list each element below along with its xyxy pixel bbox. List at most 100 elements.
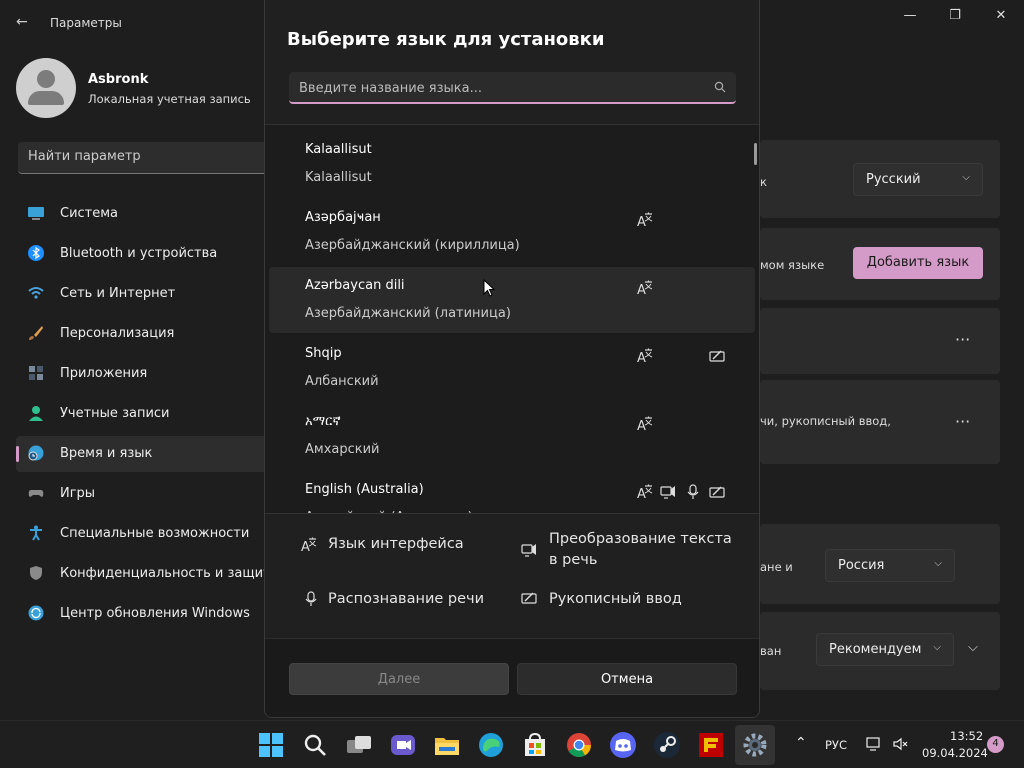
feature-legend: A Язык интерфейса Преобразование текста … <box>265 515 759 637</box>
sidebar-item[interactable]: Специальные возможности <box>16 516 276 552</box>
volume-muted-icon[interactable] <box>892 736 908 752</box>
chevron-down-icon: ⌵ <box>934 558 942 569</box>
settings-window: ← Параметры — ❐ ✕ Asbronk Локальная учет… <box>0 0 1024 720</box>
svg-text:A: A <box>637 351 646 364</box>
language-list-item[interactable]: Azərbaycan dili Азербайджанский (латиница… <box>269 267 755 333</box>
chrome-icon[interactable] <box>565 731 593 759</box>
language-list-item[interactable]: አማርኛ Амхарский A <box>269 403 755 469</box>
language-name: Амхарский <box>305 442 380 457</box>
more-options-icon[interactable]: ··· <box>955 412 970 431</box>
maximize-button[interactable]: ❐ <box>932 8 978 26</box>
sidebar-item[interactable]: Приложения <box>16 356 276 392</box>
sidebar-item-label: Приложения <box>60 366 148 381</box>
windows-display-language-select[interactable]: Русский ⌵ <box>853 163 983 196</box>
card-text: мом языке <box>760 258 825 272</box>
input-language[interactable]: РУС <box>825 738 847 752</box>
sidebar-item[interactable]: Персонализация <box>16 316 276 352</box>
sidebar-item[interactable]: Время и язык <box>16 436 276 472</box>
language-native-name: Azərbaycan dili <box>305 278 405 293</box>
close-button[interactable]: ✕ <box>978 8 1024 26</box>
handwriting-icon <box>521 590 537 606</box>
language-native-name: Kalaallisut <box>305 142 372 157</box>
legend-handwriting: Рукописный ввод <box>549 591 682 607</box>
search-icon[interactable] <box>301 731 329 759</box>
taskbar: ⌃ РУС 13:52 09.04.2024 4 <box>0 720 1024 768</box>
discord-icon[interactable] <box>609 731 637 759</box>
more-options-icon[interactable]: ··· <box>955 330 970 349</box>
meet-icon[interactable] <box>389 731 417 759</box>
country-select[interactable]: Россия ⌵ <box>825 549 955 582</box>
time-language-icon <box>28 445 44 461</box>
language-name: Kalaallisut <box>305 170 372 185</box>
language-native-name: Азәрбајҹан <box>305 210 381 225</box>
windows-start-icon[interactable] <box>257 731 285 759</box>
svg-text:A: A <box>301 540 310 553</box>
list-scrollbar[interactable] <box>754 143 757 165</box>
language-list-item[interactable]: Kalaallisut Kalaallisut <box>269 131 755 197</box>
card-text: ане и <box>760 560 793 574</box>
user-name: Asbronk <box>88 72 149 87</box>
back-arrow-icon[interactable]: ← <box>16 14 28 30</box>
settings-search-input[interactable]: Найти параметр <box>18 142 280 174</box>
sidebar-item-label: Игры <box>60 486 96 501</box>
language-list-item[interactable]: Азәрбајҹан Азербайджанский (кириллица) A <box>269 199 755 265</box>
sidebar-item[interactable]: Центр обновления Windows <box>16 596 276 632</box>
handwriting-icon <box>709 484 725 500</box>
cancel-button[interactable]: Отмена <box>517 663 737 695</box>
sidebar-item[interactable]: Игры <box>16 476 276 512</box>
edge-icon[interactable] <box>477 731 505 759</box>
language-native-name: አማርኛ <box>305 414 341 429</box>
task-view-icon[interactable] <box>345 731 373 759</box>
minimize-button[interactable]: — <box>887 8 933 26</box>
display-language-icon: A <box>637 416 653 434</box>
legend-speech: Распознавание речи <box>328 591 485 607</box>
card-text: чи, рукописный ввод, <box>760 414 891 428</box>
system-icon <box>28 205 44 221</box>
user-avatar[interactable] <box>16 58 76 118</box>
notification-badge[interactable]: 4 <box>987 736 1004 753</box>
bluetooth-icon <box>28 245 44 261</box>
card-text: к <box>760 175 767 189</box>
language-list[interactable]: Kalaallisut Kalaallisut Азәрбајҹан Азербайд… <box>265 124 759 514</box>
sidebar-item[interactable]: Сеть и Интернет <box>16 276 276 312</box>
sidebar-item[interactable]: Система <box>16 196 276 232</box>
clock-time[interactable]: 13:52 <box>950 729 983 743</box>
sidebar-item[interactable]: Bluetooth и устройства <box>16 236 276 272</box>
language-search-box[interactable] <box>289 72 736 104</box>
sidebar-item-label: Bluetooth и устройства <box>60 246 218 261</box>
legend-tts: Преобразование текста в речь <box>549 531 732 568</box>
filezilla-icon[interactable] <box>697 731 725 759</box>
handwriting-icon <box>709 348 725 364</box>
language-list-item[interactable]: English (Australia) Английский (Австралия… <box>269 471 755 513</box>
language-name: Английский (Австралия) <box>305 510 473 513</box>
add-language-button[interactable]: Добавить язык <box>853 247 983 279</box>
sidebar-item-label: Сеть и Интернет <box>60 286 176 301</box>
next-button[interactable]: Далее <box>289 663 509 695</box>
sidebar-item-label: Центр обновления Windows <box>60 606 250 621</box>
store-icon[interactable] <box>521 731 549 759</box>
text-to-speech-icon <box>521 542 537 558</box>
chevron-up-icon[interactable]: ⌃ <box>795 735 807 751</box>
language-list-item[interactable]: Shqip Албанский A <box>269 335 755 401</box>
display-language-icon: A <box>637 484 653 502</box>
file-explorer-icon[interactable] <box>433 731 461 759</box>
sidebar-item-label: Конфиденциальность и защита <box>60 566 279 581</box>
sidebar-item[interactable]: Конфиденциальность и защита <box>16 556 279 592</box>
avatar-body <box>28 91 64 105</box>
card-text: ван <box>760 644 782 658</box>
update-icon <box>28 605 44 621</box>
network-icon[interactable] <box>866 736 882 752</box>
gaming-icon <box>28 485 44 501</box>
settings-icon[interactable] <box>735 725 775 765</box>
expand-chevron-icon[interactable]: ⌵ <box>968 640 978 655</box>
clock-date[interactable]: 09.04.2024 <box>922 746 988 760</box>
language-native-name: Shqip <box>305 346 342 361</box>
select-value: Рекомендуем <box>829 642 922 657</box>
sidebar-item[interactable]: Учетные записи <box>16 396 276 432</box>
sidebar-item-label: Время и язык <box>60 446 153 461</box>
steam-icon[interactable] <box>653 731 681 759</box>
active-indicator <box>16 446 19 462</box>
regional-format-select[interactable]: Рекомендуем ⌵ <box>816 633 954 666</box>
language-search-input[interactable] <box>299 78 699 98</box>
account-type: Локальная учетная запись <box>88 92 251 106</box>
